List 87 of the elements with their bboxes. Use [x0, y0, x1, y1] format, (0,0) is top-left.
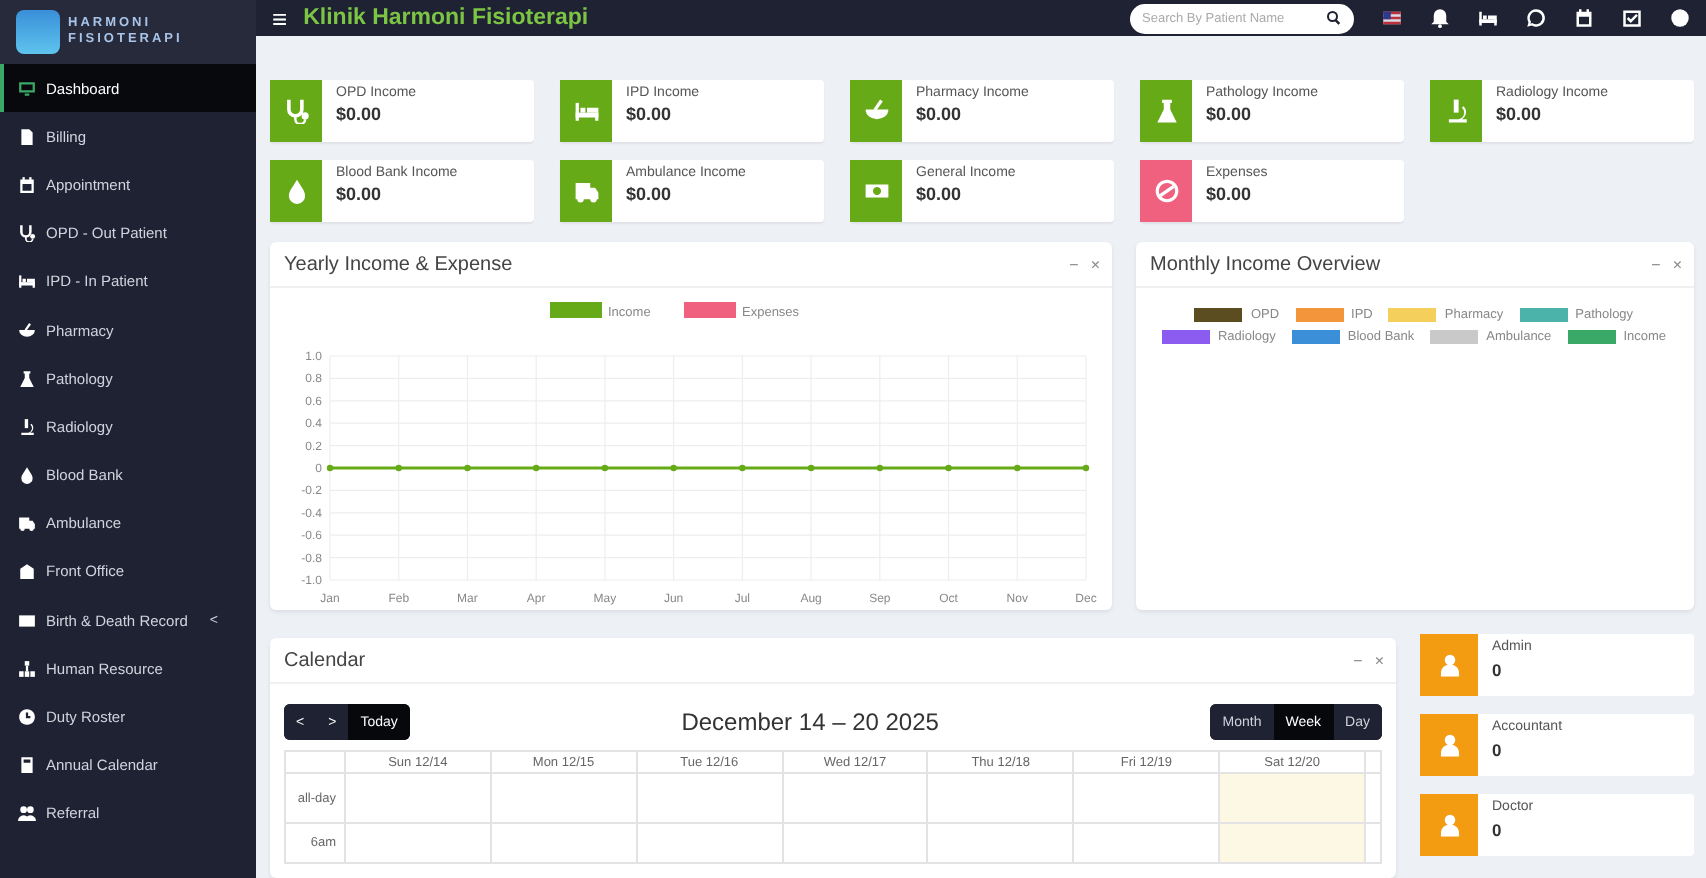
- data-point: [1014, 464, 1021, 472]
- people-icon: [18, 804, 36, 823]
- today-cell[interactable]: [1220, 824, 1366, 864]
- panel-title: Yearly Income & Expense: [284, 253, 515, 275]
- data-point: [1082, 464, 1090, 472]
- menu-button[interactable]: ≡: [272, 3, 288, 33]
- stat-value: $0.00: [916, 104, 964, 124]
- close-button[interactable]: ×: [1672, 255, 1682, 273]
- data-point: [395, 464, 402, 472]
- bed-icon: [573, 98, 599, 124]
- data-point: [601, 464, 609, 472]
- collapse-button[interactable]: −: [1353, 651, 1363, 669]
- calendar-cell[interactable]: [928, 774, 1075, 824]
- panel-title: Monthly Income Overview: [1150, 253, 1383, 275]
- stat-value: $0.00: [1206, 104, 1254, 124]
- calendar-cell[interactable]: [637, 824, 784, 864]
- calendar-cell[interactable]: [637, 774, 784, 824]
- stat-value: $0.00: [336, 184, 384, 204]
- calendar-icon: [18, 175, 36, 194]
- flask-icon: [18, 369, 36, 388]
- calendar-cell[interactable]: [491, 824, 638, 864]
- calendar-cell[interactable]: [1365, 824, 1382, 864]
- staff-count: 0: [1492, 660, 1504, 680]
- mortar-icon: [863, 98, 889, 124]
- bed-icon: [18, 272, 36, 291]
- microscope-icon: [1443, 98, 1469, 124]
- search-icon[interactable]: [1326, 10, 1342, 26]
- data-point: [945, 464, 952, 472]
- chat-icon[interactable]: [1526, 8, 1546, 28]
- calendar-cell[interactable]: [928, 824, 1075, 864]
- data-point: [533, 464, 540, 472]
- stat-value: $0.00: [1206, 184, 1254, 204]
- data-point: [739, 464, 746, 472]
- calendar-cell[interactable]: [346, 824, 492, 864]
- data-point: [326, 464, 334, 472]
- stethoscope-icon: [18, 224, 36, 243]
- user-icon: [1437, 733, 1461, 757]
- close-button[interactable]: ×: [1374, 651, 1384, 669]
- stat-value: $0.00: [626, 104, 674, 124]
- clinic-title: Klinik Harmoni Fisioterapi: [303, 6, 591, 30]
- bell-icon[interactable]: [1430, 8, 1450, 28]
- avatar-icon[interactable]: [1670, 8, 1690, 28]
- staff-count: 0: [1492, 740, 1504, 760]
- document-icon: [18, 127, 36, 146]
- staff-count: 0: [1492, 820, 1504, 840]
- calendar-cell[interactable]: [491, 774, 638, 824]
- panel-title: Calendar: [284, 649, 368, 671]
- calendar-cell[interactable]: [783, 824, 929, 864]
- ambulance-icon: [18, 514, 36, 533]
- clock-icon: [18, 708, 36, 727]
- calendar-cell[interactable]: [783, 774, 929, 824]
- ambulance-icon: [573, 178, 599, 204]
- data-point: [670, 464, 677, 472]
- calculator-icon: [18, 756, 36, 775]
- hierarchy-icon: [18, 659, 36, 678]
- stethoscope-icon: [283, 98, 309, 124]
- building-icon: [18, 562, 36, 581]
- bed-icon[interactable]: [1478, 8, 1498, 28]
- collapse-button[interactable]: −: [1069, 255, 1079, 273]
- today-cell[interactable]: [1220, 774, 1366, 824]
- stat-value: $0.00: [336, 104, 384, 124]
- stat-value: $0.00: [626, 184, 674, 204]
- checkbox-icon[interactable]: [1622, 8, 1642, 28]
- stat-value: $0.00: [916, 184, 964, 204]
- user-icon: [1437, 813, 1461, 837]
- microscope-icon: [18, 417, 36, 436]
- monitor-icon: [18, 79, 36, 98]
- stat-value: $0.00: [1496, 104, 1544, 124]
- close-button[interactable]: ×: [1090, 255, 1100, 273]
- book-icon: [18, 611, 36, 630]
- data-point: [464, 464, 471, 472]
- flask-icon: [1153, 98, 1179, 124]
- mortar-icon: [18, 321, 36, 340]
- drop-icon: [18, 466, 36, 485]
- date-range: December 14 – 20 2025: [681, 708, 939, 736]
- calendar-icon[interactable]: [1574, 8, 1594, 28]
- data-point: [876, 464, 883, 472]
- logo-mark: [16, 10, 60, 54]
- calendar-cell[interactable]: [1365, 752, 1382, 774]
- flag-icon[interactable]: [1382, 8, 1402, 28]
- collapse-button[interactable]: −: [1651, 255, 1661, 273]
- data-point: [807, 464, 815, 472]
- calendar-cell[interactable]: [286, 752, 346, 774]
- user-icon: [1437, 653, 1461, 677]
- drop-icon: [283, 178, 309, 204]
- calendar-cell[interactable]: [346, 774, 492, 824]
- calendar-cell[interactable]: [1365, 774, 1382, 824]
